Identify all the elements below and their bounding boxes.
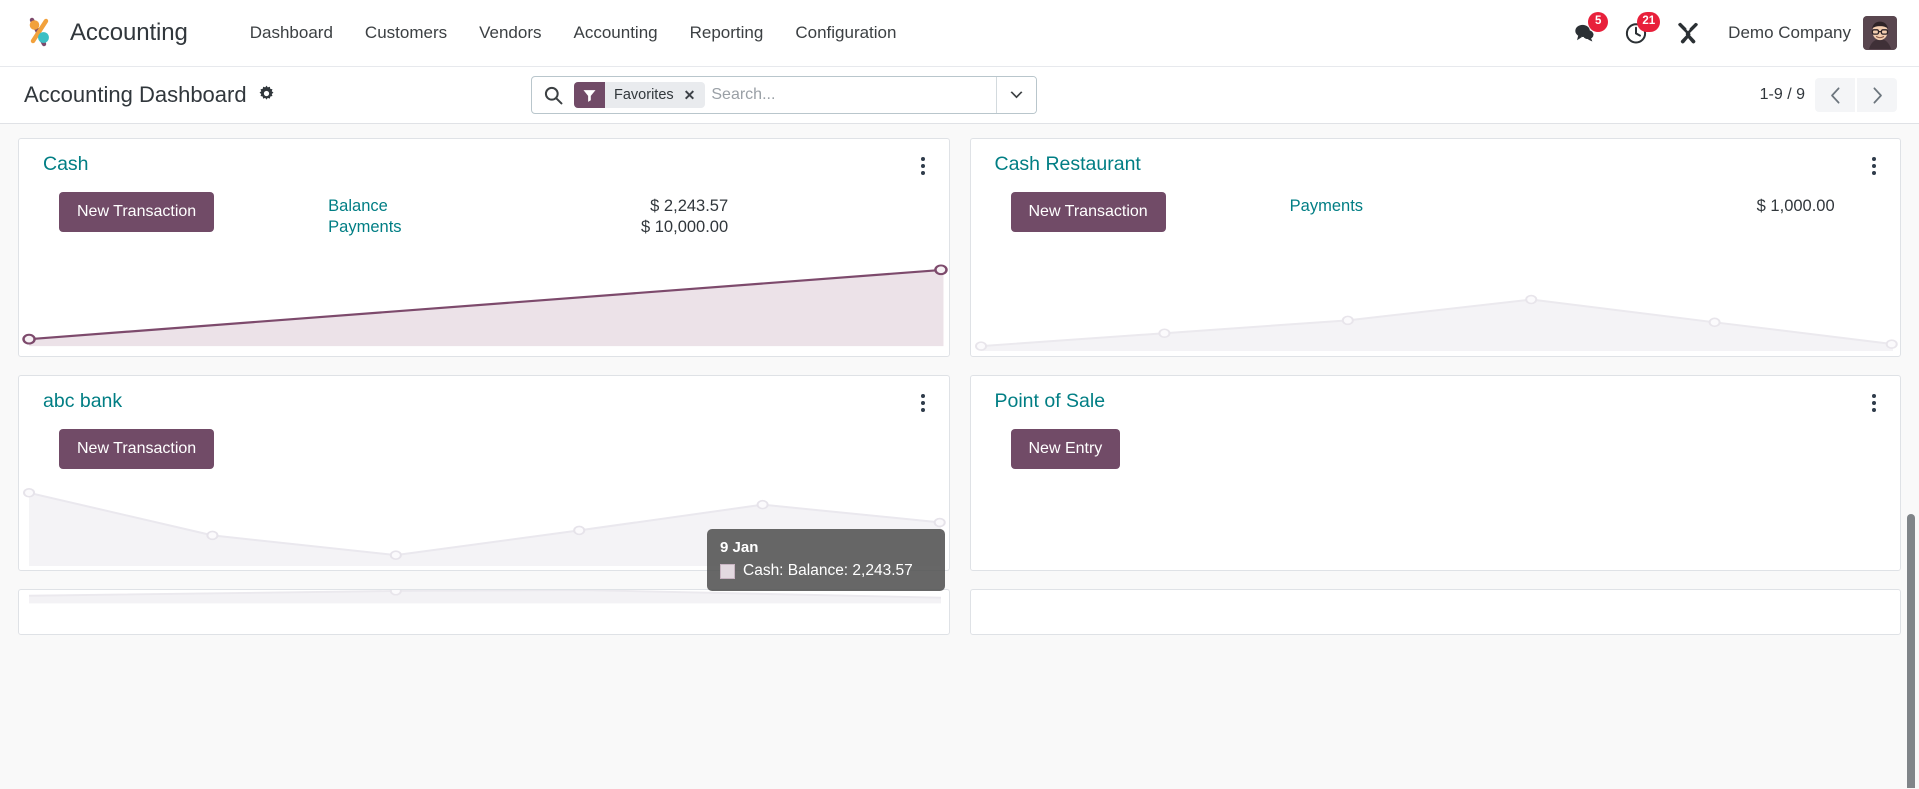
search-icon [532, 86, 574, 105]
card-header: Cash [19, 139, 949, 179]
menu-item-accounting[interactable]: Accounting [558, 15, 674, 51]
kebab-dot [1872, 394, 1876, 398]
brand-group[interactable]: Accounting [24, 16, 188, 50]
kebab-dot [920, 171, 925, 175]
card-title-point-of-sale[interactable]: Point of Sale [995, 390, 1106, 413]
chevron-down-icon [1010, 90, 1023, 98]
page-title: Accounting Dashboard [24, 82, 247, 107]
search-dropdown-toggle[interactable] [996, 77, 1036, 113]
new-entry-button-point-of-sale[interactable]: New Entry [1010, 429, 1121, 470]
card-body: New Transaction Balance $ 2,243.57 Payme… [19, 179, 949, 237]
top-navbar: Accounting Dashboard Customers Vendors A… [0, 0, 1919, 67]
dashboard-area: Cash New Transaction Balance $ 2,243.57 … [0, 124, 1919, 788]
kebab-dot [1872, 164, 1876, 168]
journal-card-point-of-sale[interactable]: Point of Sale New Entry [969, 375, 1901, 571]
card-header: Cash Restaurant [971, 139, 1901, 179]
kebab-dot [1872, 157, 1876, 161]
kebab-dot [920, 394, 925, 398]
pager: 1-9 / 9 [1760, 78, 1897, 112]
brand-name: Accounting [70, 19, 188, 46]
card-menu-button-cash[interactable] [915, 153, 931, 179]
kebab-dot [1872, 401, 1876, 405]
card-figures-cash: Balance $ 2,243.57 Payments $ 10,000.00 [328, 192, 728, 237]
card-header: abc bank [19, 376, 949, 416]
figure-value-payments: $ 1,000.00 [1756, 197, 1835, 215]
card-body: New Transaction Payments $ 1,000.00 [971, 179, 1901, 233]
card-header: Point of Sale [971, 376, 1901, 416]
pager-previous-button[interactable] [1815, 78, 1855, 112]
chevron-right-icon [1873, 86, 1882, 104]
search-facet-remove-icon[interactable]: ✕ [680, 82, 706, 108]
kebab-dot [920, 401, 925, 405]
debug-menu-button[interactable] [1662, 13, 1714, 53]
journal-card-grid: Cash New Transaction Balance $ 2,243.57 … [18, 124, 1901, 635]
navbar-systray: 5 21 Demo Company [1559, 12, 1897, 53]
wrench-icon [1678, 22, 1698, 44]
figure-row: Payments $ 1,000.00 [1290, 197, 1835, 216]
kebab-dot [1872, 408, 1876, 412]
figure-label-balance[interactable]: Balance [328, 197, 388, 216]
pager-buttons [1815, 78, 1897, 112]
journal-card-partial-bottom-right[interactable] [969, 589, 1901, 635]
card-title-cash-restaurant[interactable]: Cash Restaurant [995, 153, 1141, 176]
kebab-dot [920, 164, 925, 168]
chevron-left-icon [1830, 86, 1839, 104]
main-menu: Dashboard Customers Vendors Accounting R… [234, 15, 913, 51]
menu-item-dashboard[interactable]: Dashboard [234, 15, 349, 51]
journal-card-cash-restaurant[interactable]: Cash Restaurant New Transaction Payments… [969, 138, 1901, 357]
kebab-dot [920, 157, 925, 161]
vertical-scrollbar-thumb[interactable] [1907, 514, 1915, 788]
figure-row: Balance $ 2,243.57 [328, 197, 728, 216]
control-panel: Accounting Dashboard Favorites ✕ Search.… [0, 67, 1919, 124]
card-body: New Entry [971, 416, 1901, 470]
pager-next-button[interactable] [1857, 78, 1897, 112]
kebab-dot [1872, 171, 1876, 175]
odoo-logo-icon [24, 16, 58, 50]
figure-value-balance: $ 2,243.57 [650, 197, 729, 215]
messages-badge: 5 [1588, 12, 1609, 32]
new-transaction-button-cash-restaurant[interactable]: New Transaction [1010, 192, 1166, 233]
card-title-abc-bank[interactable]: abc bank [43, 390, 122, 413]
activities-badge: 21 [1637, 12, 1661, 32]
menu-item-vendors[interactable]: Vendors [463, 15, 557, 51]
card-menu-button-cash-restaurant[interactable] [1866, 153, 1882, 179]
activities-button[interactable]: 21 [1610, 12, 1662, 53]
card-menu-button-point-of-sale[interactable] [1866, 390, 1882, 416]
card-title-cash[interactable]: Cash [43, 153, 89, 176]
control-panel-left: Accounting Dashboard [24, 82, 275, 108]
search-facet-favorites[interactable]: Favorites ✕ [574, 82, 706, 108]
user-avatar[interactable] [1863, 16, 1897, 50]
figure-label-payments[interactable]: Payments [328, 218, 401, 237]
search-input[interactable] [707, 77, 996, 113]
menu-item-configuration[interactable]: Configuration [779, 15, 912, 51]
company-switcher[interactable]: Demo Company [1714, 23, 1863, 43]
pager-count: 1-9 / 9 [1759, 86, 1805, 103]
new-transaction-button-cash[interactable]: New Transaction [59, 192, 215, 233]
journal-card-cash[interactable]: Cash New Transaction Balance $ 2,243.57 … [18, 138, 950, 357]
journal-card-abc-bank[interactable]: abc bank New Transaction [18, 375, 950, 571]
filter-icon [574, 82, 605, 108]
messages-button[interactable]: 5 [1559, 12, 1610, 53]
figure-label-payments[interactable]: Payments [1290, 197, 1363, 216]
card-body: New Transaction [19, 416, 949, 470]
search-facet-label: Favorites [614, 87, 674, 103]
search-view[interactable]: Favorites ✕ [531, 76, 1037, 114]
card-figures-cash-restaurant: Payments $ 1,000.00 [1290, 192, 1835, 216]
figure-value-payments: $ 10,000.00 [641, 218, 729, 236]
gear-icon[interactable] [258, 85, 275, 102]
menu-item-reporting[interactable]: Reporting [674, 15, 780, 51]
figure-row: Payments $ 10,000.00 [328, 218, 728, 237]
card-menu-button-abc-bank[interactable] [915, 390, 931, 416]
sparkline-chart-partial-bottom-left [19, 590, 949, 634]
journal-card-partial-bottom-left[interactable] [18, 589, 950, 635]
new-transaction-button-abc-bank[interactable]: New Transaction [59, 429, 215, 470]
kebab-dot [920, 408, 925, 412]
menu-item-customers[interactable]: Customers [349, 15, 463, 51]
